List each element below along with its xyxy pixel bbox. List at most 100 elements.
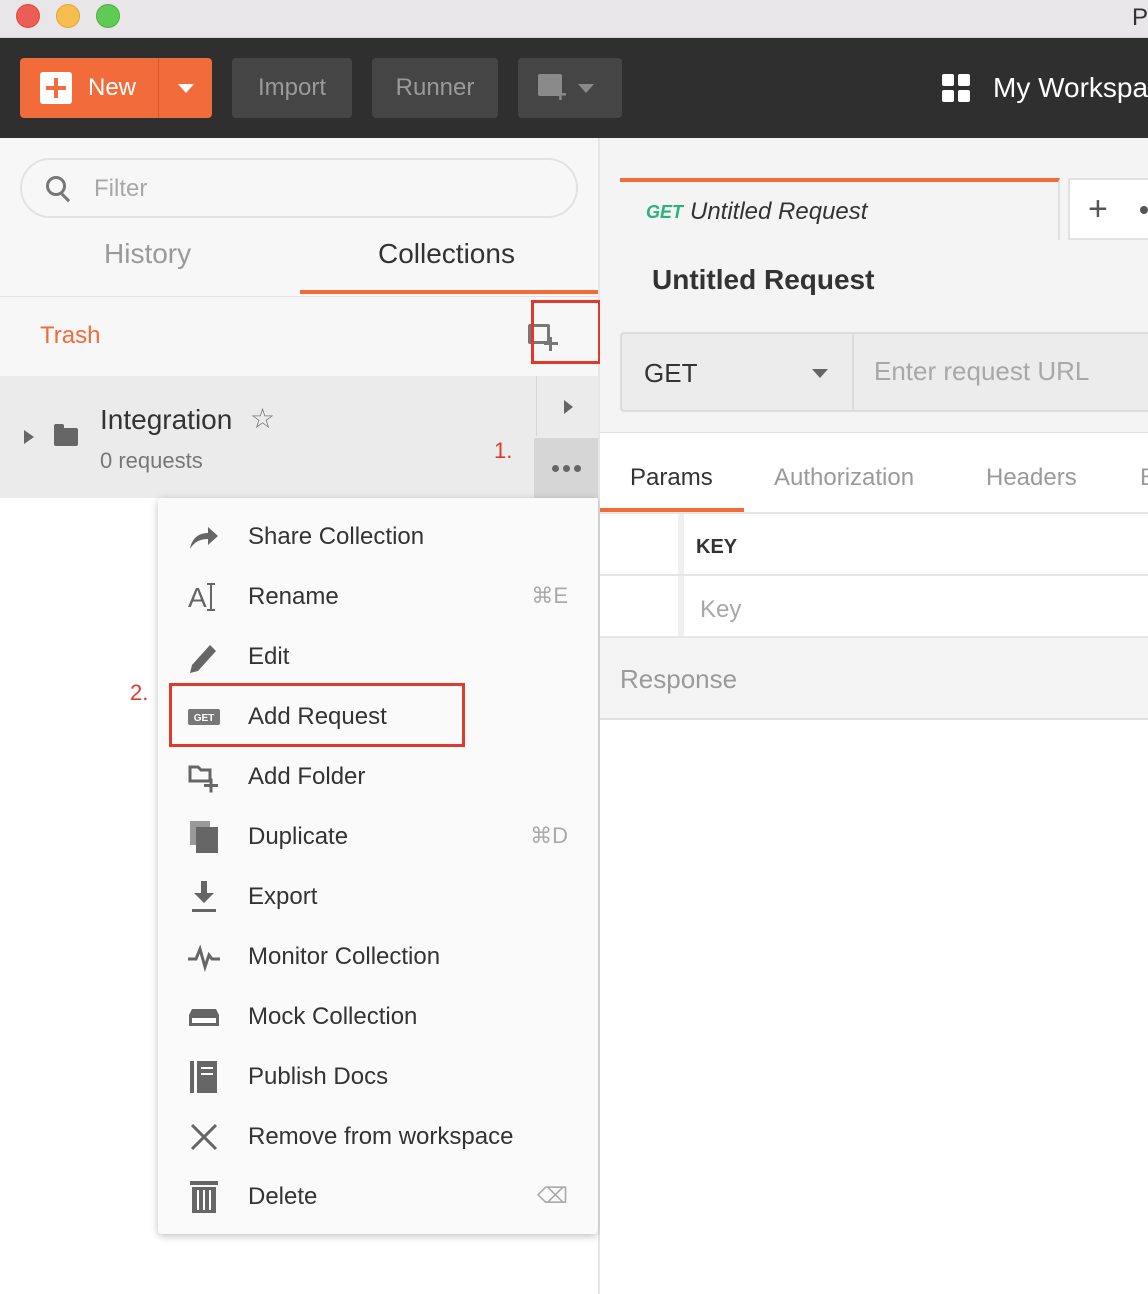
menu-item-shortcut: ⌘E <box>531 583 568 608</box>
response-label: Response <box>620 664 738 694</box>
subtabs-divider <box>600 432 1148 433</box>
tab-headers[interactable]: Headers <box>986 464 1077 492</box>
collection-actions-menu: Share Collection A Rename ⌘E Edit GET Ad… <box>158 498 598 1234</box>
workspace-grid-icon[interactable] <box>942 74 970 102</box>
chevron-down-icon <box>578 84 594 93</box>
collection-request-count: 0 requests <box>100 448 203 473</box>
minimize-window-button[interactable] <box>56 4 80 28</box>
collection-name: Integration <box>100 404 233 435</box>
request-tab[interactable]: GET Untitled Request <box>620 178 1060 240</box>
collection-row-divider <box>536 376 537 436</box>
menu-item-label: Monitor Collection <box>248 943 441 970</box>
close-icon <box>190 1123 218 1151</box>
svg-text:A: A <box>188 582 207 613</box>
new-button-divider <box>158 58 159 118</box>
pencil-icon <box>190 645 216 673</box>
download-icon <box>192 881 216 912</box>
menu-item-export[interactable]: Export <box>158 867 598 927</box>
menu-item-add-folder[interactable]: Add Folder <box>158 747 598 807</box>
close-window-button[interactable] <box>16 4 40 28</box>
menu-item-mock-collection[interactable]: Mock Collection <box>158 987 598 1047</box>
params-table-column-divider <box>678 576 684 636</box>
collection-item[interactable]: Integration ☆ 0 requests <box>0 376 598 498</box>
request-pane: GET Untitled Request + Untitled Request … <box>600 138 1148 1294</box>
docs-icon <box>190 1061 217 1093</box>
highlight-box-step1 <box>531 300 601 364</box>
search-icon <box>46 176 71 203</box>
zoom-window-button[interactable] <box>96 4 120 28</box>
menu-item-label: Add Folder <box>248 763 366 790</box>
tab-collections[interactable]: Collections <box>378 238 515 270</box>
sidebar-header: Filter History Collections Trash <box>0 138 598 376</box>
menu-item-duplicate[interactable]: Duplicate ⌘D <box>158 807 598 867</box>
filter-input[interactable]: Filter <box>20 158 578 218</box>
menu-item-share-collection[interactable]: Share Collection <box>158 507 598 567</box>
response-section: Response <box>600 638 1148 720</box>
rename-icon: A <box>188 582 215 613</box>
url-input[interactable]: Enter request URL <box>852 332 1148 412</box>
folder-icon <box>54 424 78 446</box>
url-placeholder: Enter request URL <box>874 356 1090 386</box>
plus-icon <box>40 72 72 104</box>
add-folder-icon <box>188 765 218 793</box>
tab-body[interactable]: B <box>1140 464 1148 492</box>
chevron-down-icon <box>812 369 828 378</box>
duplicate-icon <box>190 821 218 853</box>
tab-params[interactable]: Params <box>630 464 713 492</box>
menu-item-shortcut: ⌘D <box>530 823 568 848</box>
tab-options-icon[interactable] <box>1140 206 1148 214</box>
new-button-label: New <box>88 74 137 101</box>
menu-item-label: Mock Collection <box>248 1003 418 1030</box>
tab-history[interactable]: History <box>104 238 191 270</box>
menu-item-label: Share Collection <box>248 523 425 550</box>
filter-placeholder: Filter <box>94 175 148 202</box>
menu-item-label: Edit <box>248 643 290 670</box>
star-icon[interactable]: ☆ <box>250 402 275 435</box>
more-actions-button[interactable] <box>534 438 598 498</box>
add-tab-button[interactable]: + <box>1068 178 1148 240</box>
tabs-divider <box>0 296 598 297</box>
highlight-box-step2 <box>169 683 465 747</box>
trash-link[interactable]: Trash <box>40 322 100 350</box>
menu-item-shortcut: ⌫ <box>536 1183 568 1208</box>
plus-icon: + <box>1088 190 1108 228</box>
window-titlebar: P <box>0 0 1148 38</box>
pulse-icon <box>188 944 220 973</box>
menu-item-label: Publish Docs <box>248 1063 389 1090</box>
menu-item-publish-docs[interactable]: Publish Docs <box>158 1047 598 1107</box>
menu-item-rename[interactable]: A Rename ⌘E <box>158 567 598 627</box>
request-tab-name: Untitled Request <box>690 198 868 225</box>
new-window-button[interactable]: + <box>518 58 622 118</box>
tab-authorization[interactable]: Authorization <box>774 464 914 492</box>
key-input[interactable]: Key <box>700 596 741 624</box>
chevron-right-icon[interactable] <box>564 400 573 414</box>
chevron-down-icon[interactable] <box>178 84 194 93</box>
method-select-value: GET <box>644 358 698 388</box>
plus-icon: + <box>554 82 567 107</box>
share-icon <box>190 527 218 549</box>
new-button[interactable]: New <box>20 58 212 118</box>
menu-item-monitor-collection[interactable]: Monitor Collection <box>158 927 598 987</box>
workspace-switcher[interactable]: My Workspa <box>993 72 1148 104</box>
menu-item-label: Remove from workspace <box>248 1123 514 1150</box>
params-table-column-divider <box>678 514 684 574</box>
active-tab-indicator <box>300 290 598 294</box>
import-button[interactable]: Import <box>232 58 352 118</box>
server-icon <box>189 1009 219 1026</box>
request-title: Untitled Request <box>652 264 875 295</box>
window-title: P <box>1131 4 1148 31</box>
menu-item-remove-from-workspace[interactable]: Remove from workspace <box>158 1107 598 1167</box>
key-column-header: KEY <box>696 536 738 558</box>
expand-collection-icon[interactable] <box>24 430 34 444</box>
step1-annotation: 1. <box>494 438 513 463</box>
method-select[interactable]: GET <box>620 332 854 412</box>
runner-button[interactable]: Runner <box>372 58 498 118</box>
trash-icon <box>190 1181 218 1213</box>
menu-item-delete[interactable]: Delete ⌫ <box>158 1167 598 1227</box>
step2-annotation: 2. <box>130 680 149 705</box>
menu-item-label: Duplicate <box>248 823 349 850</box>
request-header: GET Untitled Request + Untitled Request … <box>600 138 1148 432</box>
menu-item-edit[interactable]: Edit <box>158 627 598 687</box>
request-tab-method: GET <box>646 202 684 222</box>
menu-item-label: Export <box>248 883 318 910</box>
